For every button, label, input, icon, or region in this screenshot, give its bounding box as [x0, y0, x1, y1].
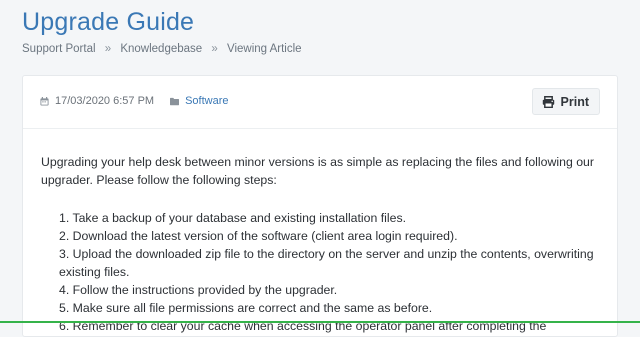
article-meta: 17/03/2020 6:57 PM Software — [40, 95, 229, 107]
list-item: 2. Download the latest version of the so… — [59, 229, 458, 243]
article-intro: Upgrading your help desk between minor v… — [41, 155, 594, 187]
breadcrumb-current: Viewing Article — [226, 43, 302, 55]
page-title: Upgrade Guide — [22, 8, 195, 36]
print-button-label: Print — [560, 94, 589, 109]
list-item: 3. Upload the downloaded zip file to the… — [59, 247, 594, 279]
article-card: 17/03/2020 6:57 PM Software Print Upgrad… — [22, 75, 618, 337]
list-item: 5. Make sure all file permissions are co… — [59, 301, 433, 315]
article-header: 17/03/2020 6:57 PM Software Print — [23, 76, 617, 129]
breadcrumb-support-portal[interactable]: Support Portal — [22, 43, 96, 55]
list-item: 6. Remember to clear your cache when acc… — [59, 319, 547, 333]
upgrade-steps-list: 1. Take a backup of your database and ex… — [41, 209, 599, 335]
printer-icon — [542, 95, 554, 108]
breadcrumb-separator: » — [211, 43, 218, 55]
article-body: Upgrading your help desk between minor v… — [23, 129, 617, 335]
list-item: 4. Follow the instructions provided by t… — [59, 283, 338, 297]
breadcrumb-separator: » — [104, 43, 112, 55]
calendar-icon — [40, 96, 49, 106]
folder-icon — [170, 97, 180, 105]
breadcrumb: Support Portal » Knowledgebase » Viewing… — [22, 43, 302, 55]
article-date: 17/03/2020 6:57 PM — [55, 95, 155, 107]
article-category-link[interactable]: Software — [185, 95, 228, 107]
print-button[interactable]: Print — [531, 88, 600, 115]
list-item: 1. Take a backup of your database and ex… — [59, 211, 407, 225]
breadcrumb-knowledgebase[interactable]: Knowledgebase — [120, 43, 202, 55]
